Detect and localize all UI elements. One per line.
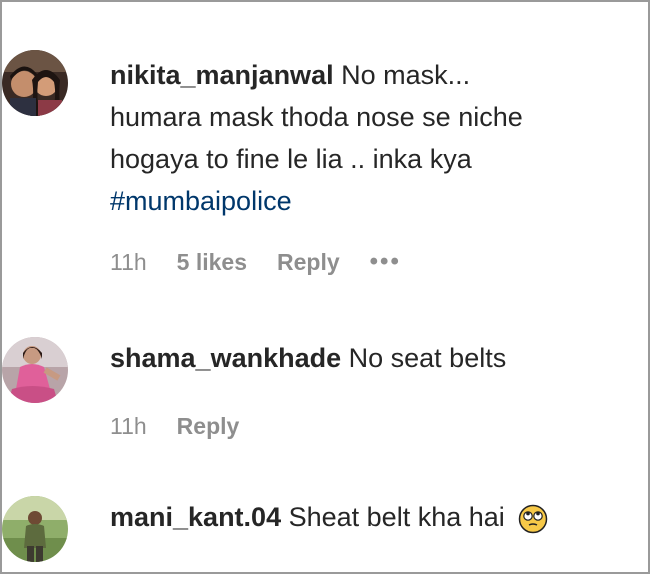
likes-count[interactable]: 5 likes — [177, 249, 247, 276]
comment-text-line: No seat belts — [348, 343, 507, 373]
couple-photo-avatar-icon — [2, 50, 68, 116]
man-outdoor-avatar-icon — [2, 496, 68, 562]
comment-text: nikita_manjanwal No mask... humara mask … — [110, 54, 608, 222]
more-options-icon[interactable]: ••• — [370, 248, 401, 276]
comment-text-line: hogaya to fine le lia .. inka kya — [110, 144, 472, 174]
hashtag-link[interactable]: #mumbaipolice — [110, 186, 292, 216]
comment-text-line: No mask... — [341, 60, 471, 90]
comment-username[interactable]: shama_wankhade — [110, 343, 341, 373]
comment-text: mani_kant.04 Sheat belt kha hai — [110, 496, 608, 538]
comment-username[interactable]: mani_kant.04 — [110, 502, 281, 532]
comment-meta: 11h 5 likes Reply ••• — [110, 248, 431, 276]
comment-timestamp[interactable]: 11h — [110, 413, 147, 440]
comment-text-line: Sheat belt kha hai — [288, 502, 505, 532]
woman-pink-dress-avatar-icon — [2, 337, 68, 403]
comment-text: shama_wankhade No seat belts — [110, 337, 608, 379]
commenter-avatar[interactable] — [2, 496, 68, 562]
commenter-avatar[interactable] — [2, 50, 68, 116]
comment-text-line: humara mask thoda nose se niche — [110, 102, 523, 132]
comment-username[interactable]: nikita_manjanwal — [110, 60, 334, 90]
face-with-rolling-eyes-emoji-icon — [519, 504, 548, 534]
reply-button[interactable]: Reply — [277, 249, 340, 276]
reply-button[interactable]: Reply — [177, 413, 240, 440]
commenter-avatar[interactable] — [2, 337, 68, 403]
comments-panel: nikita_manjanwal No mask... humara mask … — [0, 0, 650, 574]
comment-meta: 11h Reply — [110, 413, 269, 440]
comment-timestamp[interactable]: 11h — [110, 249, 147, 276]
